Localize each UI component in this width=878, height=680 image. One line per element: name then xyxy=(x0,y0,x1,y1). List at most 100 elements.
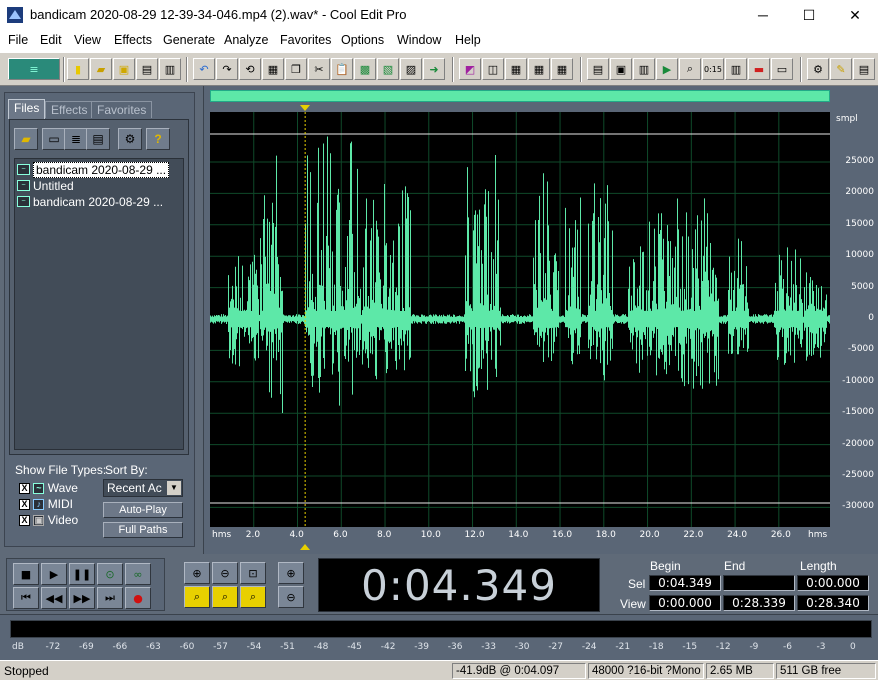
amplitude-tick-label: 25000 xyxy=(845,156,874,166)
full-paths-button[interactable]: Full Paths xyxy=(103,522,183,538)
auto-play-button[interactable]: Auto-Play xyxy=(103,502,183,518)
menu-view[interactable]: View xyxy=(74,33,101,47)
fast-forward-button[interactable]: ▶▶ xyxy=(69,587,95,609)
tab-effects[interactable]: Effects xyxy=(45,101,94,118)
view-length-field[interactable]: 0:28.340 xyxy=(797,595,869,611)
undo-button[interactable]: ↶ xyxy=(193,58,215,80)
bars-button[interactable]: ▥ xyxy=(725,58,747,80)
play-button[interactable]: ▶ xyxy=(41,563,67,585)
menu-generate[interactable]: Generate xyxy=(163,33,215,47)
trim-button[interactable]: ▩ xyxy=(354,58,376,80)
play-list-button[interactable]: ▶ xyxy=(656,58,678,80)
loop-button[interactable]: ∞ xyxy=(125,563,151,585)
multitrack-toggle-button[interactable]: ≡ xyxy=(8,58,60,80)
chevron-down-icon[interactable]: ▼ xyxy=(167,481,181,495)
video-checkbox[interactable]: X xyxy=(19,515,30,527)
markers-button[interactable]: ▤ xyxy=(853,58,875,80)
overview-bar[interactable] xyxy=(210,90,830,102)
file-settings-button[interactable]: ⚙ xyxy=(118,128,142,150)
filetype-midi[interactable]: X ♪ MIDI xyxy=(19,497,73,511)
rewind-button[interactable]: ◀◀ xyxy=(41,587,67,609)
cursor-bottom-marker[interactable] xyxy=(300,544,310,550)
settings-button[interactable]: ⚙ xyxy=(807,58,829,80)
wave-checkbox[interactable]: X xyxy=(19,483,30,495)
paste-special-button[interactable]: ▨ xyxy=(400,58,422,80)
repeat-button[interactable]: ⟲ xyxy=(239,58,261,80)
menu-options[interactable]: Options xyxy=(341,33,384,47)
tab-favorites[interactable]: Favorites xyxy=(91,101,153,118)
menu-edit[interactable]: Edit xyxy=(40,33,62,47)
insert-file-button[interactable]: ≣ xyxy=(64,128,88,150)
minimize-button[interactable]: ─ xyxy=(740,0,786,30)
menu-analyze[interactable]: Analyze xyxy=(224,33,268,47)
properties-button[interactable]: ▥ xyxy=(633,58,655,80)
copy-button[interactable]: ❐ xyxy=(285,58,307,80)
open-file-button[interactable]: ▰ xyxy=(14,128,38,150)
close-button[interactable]: ✕ xyxy=(832,0,878,30)
cursor-top-marker[interactable] xyxy=(300,105,310,111)
close-file-button[interactable]: ▥ xyxy=(159,58,181,80)
stop-button[interactable]: ■ xyxy=(13,563,39,585)
waveform-display[interactable] xyxy=(210,112,830,527)
redo-button[interactable]: ↷ xyxy=(216,58,238,80)
menu-window[interactable]: Window xyxy=(397,33,441,47)
grid-2-button[interactable]: ▦ xyxy=(528,58,550,80)
cut-button[interactable]: ✂ xyxy=(308,58,330,80)
zoom-full-button[interactable]: ⊡ xyxy=(240,562,266,584)
play-to-end-button[interactable]: ⊙ xyxy=(97,563,123,585)
zoom-in-vertical-button[interactable]: ⊕ xyxy=(278,562,304,584)
sel-end-field[interactable] xyxy=(723,575,795,591)
color-meter-button[interactable]: ▬ xyxy=(748,58,770,80)
sort-by-select[interactable]: Recent Ac ▼ xyxy=(103,479,183,497)
zoom-out-vertical-button[interactable]: ⊖ xyxy=(278,586,304,608)
edit-file-button[interactable]: ▤ xyxy=(86,128,110,150)
cue-list-button[interactable]: ▤ xyxy=(587,58,609,80)
insert-multitrack-button[interactable]: ➜ xyxy=(423,58,445,80)
menu-file[interactable]: File xyxy=(8,33,28,47)
pause-button[interactable]: ❚❚ xyxy=(69,563,95,585)
zoom-out-button[interactable]: ⊖ xyxy=(212,562,238,584)
menu-effects[interactable]: Effects xyxy=(114,33,152,47)
midi-checkbox[interactable]: X xyxy=(19,499,30,511)
list-item[interactable]: ~ Untitled xyxy=(17,178,179,193)
time-format-button[interactable]: 0:15 xyxy=(702,58,724,80)
close-file-button[interactable]: ▭ xyxy=(42,128,66,150)
levels-button[interactable]: ▭ xyxy=(771,58,793,80)
scripts-button[interactable]: ✎ xyxy=(830,58,852,80)
envelope-button[interactable]: ◫ xyxy=(482,58,504,80)
save-all-button[interactable]: ▤ xyxy=(136,58,158,80)
menu-help[interactable]: Help xyxy=(455,33,481,47)
paste-button[interactable]: 📋 xyxy=(331,58,353,80)
zoom-to-left-button[interactable]: ⌕ xyxy=(184,586,210,608)
filetype-wave[interactable]: X ~ Wave xyxy=(19,481,78,495)
new-button[interactable]: ▮ xyxy=(67,58,89,80)
zoom-view-button[interactable]: ⌕ xyxy=(679,58,701,80)
zoom-in-button[interactable]: ⊕ xyxy=(184,562,210,584)
tab-files[interactable]: Files xyxy=(8,99,46,119)
zoom-to-right-button[interactable]: ⌕ xyxy=(212,586,238,608)
grid-3-button[interactable]: ▦ xyxy=(551,58,573,80)
go-to-end-button[interactable]: ⏭ xyxy=(97,587,123,609)
list-item[interactable]: ~ bandicam 2020-08-29 ... xyxy=(17,194,179,209)
maximize-button[interactable]: ☐ xyxy=(786,0,832,30)
list-item[interactable]: ~ bandicam 2020-08-29 ... xyxy=(17,161,179,178)
zoom-selection-icon: ⌕ xyxy=(249,590,257,603)
record-button[interactable]: ● xyxy=(125,587,151,609)
save-button[interactable]: ▣ xyxy=(113,58,135,80)
view-begin-field[interactable]: 0:00.000 xyxy=(649,595,721,611)
sel-length-field[interactable]: 0:00.000 xyxy=(797,575,869,591)
view-end-field[interactable]: 0:28.339 xyxy=(723,595,795,611)
spectral-view-button[interactable]: ◩ xyxy=(459,58,481,80)
zoom-selection-button[interactable]: ⌕ xyxy=(240,586,266,608)
mix-paste-button[interactable]: ▧ xyxy=(377,58,399,80)
go-to-start-button[interactable]: ⏮ xyxy=(13,587,39,609)
menu-favorites[interactable]: Favorites xyxy=(280,33,331,47)
help-button[interactable]: ? xyxy=(146,128,170,150)
copy-new-button[interactable]: ▦ xyxy=(262,58,284,80)
grid-1-button[interactable]: ▦ xyxy=(505,58,527,80)
info-button[interactable]: ▣ xyxy=(610,58,632,80)
sel-begin-field[interactable]: 0:04.349 xyxy=(649,575,721,591)
level-meter-bar[interactable] xyxy=(10,620,872,638)
open-button[interactable]: ▰ xyxy=(90,58,112,80)
filetype-video[interactable]: X ▣ Video xyxy=(19,513,78,527)
